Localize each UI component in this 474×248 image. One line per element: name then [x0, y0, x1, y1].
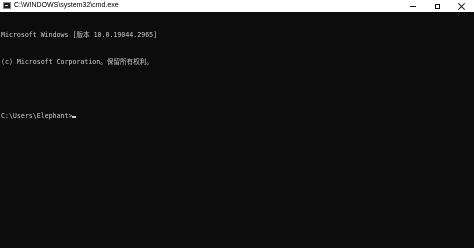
- window-title: C:\WINDOWS\system32\cmd.exe: [14, 2, 119, 9]
- console-output[interactable]: Microsoft Windows [版本 10.0.19044.2965] (…: [0, 12, 464, 248]
- console-line-copyright: (c) Microsoft Corporation。保留所有权利。: [1, 58, 153, 66]
- close-icon: [458, 3, 465, 10]
- maximize-button[interactable]: [426, 0, 448, 12]
- maximize-icon: [434, 3, 440, 9]
- minimize-button[interactable]: [402, 0, 424, 12]
- close-button[interactable]: [450, 0, 472, 12]
- cmd-window: C:\WINDOWS\system32\cmd.exe Microsoft Wi…: [0, 0, 474, 248]
- console-line-version: Microsoft Windows [版本 10.0.19044.2965]: [1, 31, 158, 39]
- command-prompt-line[interactable]: C:\Users\Elephant>: [1, 112, 464, 121]
- minimize-icon: [410, 5, 416, 7]
- text-cursor: [72, 116, 77, 118]
- command-prompt: C:\Users\Elephant>: [1, 112, 73, 120]
- vertical-scrollbar[interactable]: [464, 12, 474, 248]
- title-bar[interactable]: C:\WINDOWS\system32\cmd.exe: [0, 0, 474, 12]
- cmd-icon[interactable]: [3, 2, 11, 9]
